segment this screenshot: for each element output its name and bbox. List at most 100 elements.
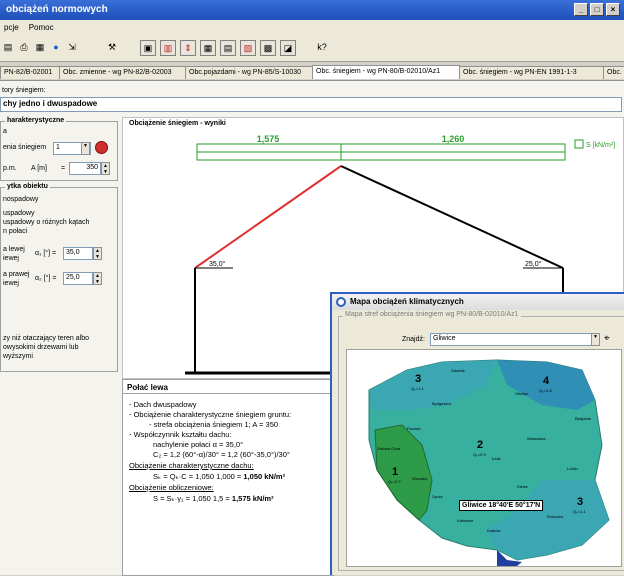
result-line: - Obciążenie charakterystyczne śniegiem … (129, 410, 292, 419)
area-equals: = (61, 165, 66, 172)
result-line: S = Sₖ·γ₁ = 1,050 1,5 = 1,575 kN/m² (153, 494, 274, 503)
tab-snow-en1991[interactable]: Obc. śniegiem - wg PN-EN 1991-1-3 (459, 66, 604, 79)
view-color-icon[interactable]: ◪ (280, 40, 296, 56)
view-chart-icon[interactable]: ▧ (240, 40, 256, 56)
minimize-button[interactable]: _ (574, 3, 588, 16)
find-select[interactable]: Gliwice (430, 333, 600, 346)
tool-icon[interactable]: ⚒ (104, 40, 120, 56)
view-map-icon[interactable]: ▩ (260, 40, 276, 56)
result-line: - Współczynnik kształtu dachu: (129, 430, 232, 439)
help-icon[interactable]: ● (48, 40, 64, 56)
city-label: Zielona Góra (377, 446, 401, 451)
height-label: p.m. (3, 165, 17, 172)
menu-options[interactable]: pcje (4, 23, 19, 33)
city-label: Łódź (492, 456, 501, 461)
window-title: obciążeń normowych (6, 4, 108, 15)
city-label: Opole (432, 494, 443, 499)
view-frame-icon[interactable]: ▣ (140, 40, 156, 56)
map-svg: 3 Qₖ=1,1 4 Qₖ=1,6 2 Qₖ=0,9 1 Qₖ=0,7 3 Qₖ… (368, 359, 610, 566)
results-header: Połać lewa (123, 380, 333, 394)
print-icon[interactable]: ⎙ (16, 40, 32, 56)
shape-group: ytka obiektu nospadowy uspadowy uspadowy… (0, 183, 118, 372)
right-roof-label-1: a prawej (3, 271, 30, 278)
city-label: Rzeszów (547, 514, 563, 519)
view-bars-icon[interactable]: ▥ (160, 40, 176, 56)
map-title-bar[interactable]: Mapa obciążeń klimatycznych (332, 294, 624, 310)
maximize-button[interactable]: □ (590, 3, 604, 16)
zone-value: Qₖ=1,6 (539, 388, 552, 393)
city-label: Białystok (575, 416, 591, 421)
close-button[interactable]: × (606, 3, 620, 16)
alpha2-label: α₂ [°] = (35, 275, 57, 282)
tab-vehicle-loads[interactable]: Obc.pojazdami - wg PN-85/S-10030 (185, 66, 313, 79)
shape-option-dual-diff[interactable]: uspadowy o różnych kątach (3, 219, 89, 226)
roof-type-select[interactable]: chy jedno i dwuspadowe (0, 97, 622, 112)
find-label: Znajdź: (402, 336, 425, 343)
legend-swatch (574, 139, 584, 149)
context-help-icon[interactable]: k? (314, 40, 330, 56)
toolbar: ▤ ⎙ ▦ ● ⇲ ⚒ ▣ ▥ ⇕ ▦ ▤ ▧ ▩ ◪ k? (0, 36, 624, 62)
location-tooltip: Gliwice 18°40'E 50°17'N (459, 500, 544, 511)
menu-help[interactable]: Pomoc (29, 23, 54, 33)
city-label: Kraków (487, 528, 500, 533)
city-label: Warszawa (527, 436, 546, 441)
shape-option-dual[interactable]: uspadowy (3, 210, 35, 217)
view-grid-icon[interactable]: ▦ (200, 40, 216, 56)
result-line: Obciążenie charakterystyczne dachu: (129, 461, 254, 470)
alpha1-label: α₁ [°] = (35, 250, 57, 257)
alpha2-stepper[interactable]: ▲ ▼ (93, 272, 102, 285)
zone-number: 1 (392, 466, 398, 478)
dim-left-label: 1,575 (257, 134, 280, 144)
alpha1-stepper[interactable]: ▲ ▼ (93, 247, 102, 260)
alpha1-input[interactable]: 35,0 (63, 247, 93, 260)
left-roof-line (194, 165, 342, 269)
angle-left-label: 35,0° (209, 260, 226, 268)
flag-icon[interactable] (95, 141, 108, 154)
zone-number: 4 (543, 375, 550, 387)
city-label: Lublin (567, 466, 578, 471)
poland-snow-map[interactable]: 3 Qₖ=1,1 4 Qₖ=1,6 2 Qₖ=0,9 1 Qₖ=0,7 3 Qₖ… (346, 349, 622, 567)
tab-more[interactable]: Obc. (603, 66, 624, 79)
view-arrows-icon[interactable]: ⇕ (180, 40, 196, 56)
result-line: - strefa obciążenia śniegiem 1; A = 350 (149, 420, 279, 429)
map-group-title: Mapa stref obciążenia śniegiem wg PN-80/… (343, 311, 521, 318)
area-input[interactable]: 350 (69, 162, 101, 175)
map-title: Mapa obciążeń klimatycznych (350, 297, 464, 306)
alpha2-input[interactable]: 25,0 (63, 272, 93, 285)
city-label: Bydgoszcz (432, 401, 451, 406)
export-icon[interactable]: ⇲ (64, 40, 80, 56)
view-table-icon[interactable]: ▤ (220, 40, 236, 56)
zone-value: Qₖ=1,1 (573, 509, 586, 514)
result-line: Sₖ = Qₖ·C = 1,050 1,000 = 1,050 kN/m² (153, 472, 286, 481)
zone-value: Qₖ=0,9 (473, 452, 486, 457)
preview-icon[interactable]: ▦ (32, 40, 48, 56)
area-stepper[interactable]: ▲ ▼ (101, 162, 110, 175)
tab-variable-loads[interactable]: Obc. zmienne - wg PN-82/B-02003 (59, 66, 186, 79)
city-label: Olsztyn (515, 391, 528, 396)
shape-group-title: ytka obiektu (5, 183, 50, 190)
zone-number: 3 (415, 373, 421, 385)
right-roof-label-2: iewej (3, 280, 19, 287)
city-label: Wrocław (412, 476, 427, 481)
shape-option-mono[interactable]: nospadowy (3, 196, 38, 203)
locate-icon[interactable]: ⌖ (604, 333, 610, 344)
characteristic-group-title: harakterystyczne (5, 117, 67, 124)
snow-zone-label: enia śniegiem (3, 144, 47, 151)
zone-number: 3 (577, 496, 583, 508)
zone-value: Qₖ=0,7 (388, 479, 401, 484)
tab-strip: PN-82/B-02001 Obc. zmienne - wg PN-82/B-… (0, 65, 624, 80)
terrain-note-3: wyższymi (3, 353, 33, 360)
terrain-note-2: owysokimi drzewami lub (3, 344, 79, 351)
city-label: Katowice (457, 518, 474, 523)
tab-snow-pn80[interactable]: Obc. śniegiem - wg PN-80/B-02010/Az1 (312, 65, 460, 79)
title-bar: obciążeń normowych _ □ × (0, 0, 624, 20)
left-roof-label-1: a lewej (3, 246, 25, 253)
chevron-down-icon[interactable]: ▼ (81, 142, 90, 155)
right-roof-line (340, 165, 564, 269)
characteristic-sub: a (3, 128, 7, 135)
unit-label: S [kN/m²] (586, 142, 615, 149)
zone-number: 2 (477, 439, 483, 451)
open-icon[interactable]: ▤ (0, 40, 16, 56)
chevron-down-icon[interactable]: ▼ (591, 333, 600, 346)
tab-pn82-02001[interactable]: PN-82/B-02001 (0, 66, 60, 79)
